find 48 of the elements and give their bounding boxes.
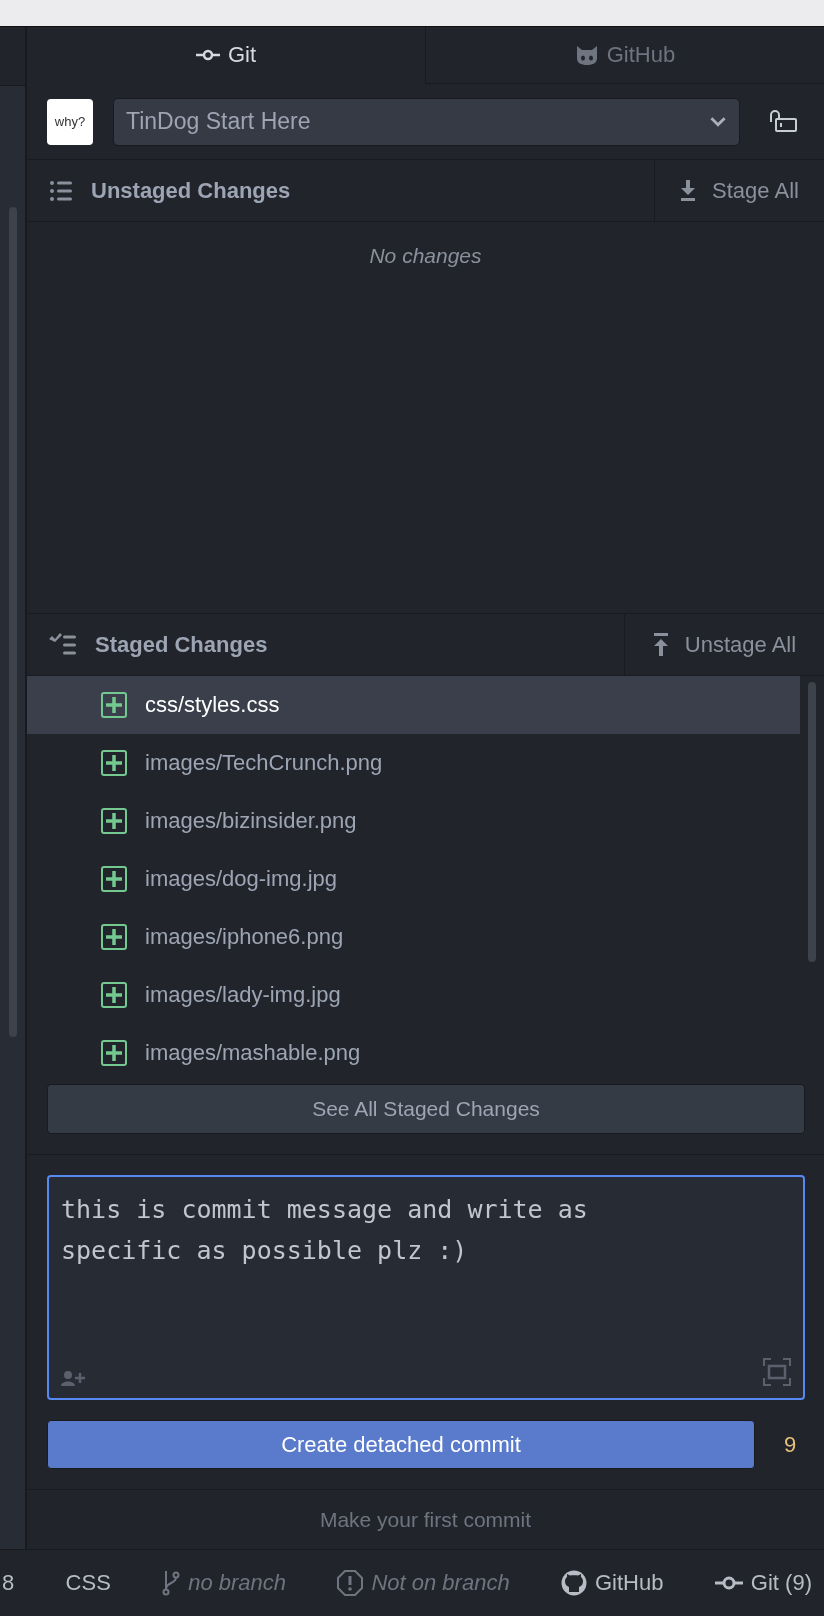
branch-status[interactable]: no branch bbox=[188, 1570, 287, 1596]
repo-avatar: why? bbox=[47, 98, 93, 145]
tab[interactable]: GitHub bbox=[425, 27, 824, 84]
commit-message-field[interactable]: this is commit message and write as specific as possible plz :) bbox=[47, 1175, 805, 1400]
file-row[interactable]: images/lady-img.jpg bbox=[27, 966, 800, 1024]
add-coauthor-icon[interactable] bbox=[61, 1370, 85, 1386]
unstage-all-button[interactable]: Unstage All bbox=[624, 614, 824, 675]
branch-warning[interactable]: Not on branch bbox=[371, 1570, 510, 1596]
download-icon bbox=[680, 179, 697, 202]
section-title: Staged Changes bbox=[95, 631, 269, 658]
file-row[interactable]: images/mashable.png bbox=[27, 1024, 800, 1068]
unlock-icon[interactable] bbox=[768, 109, 798, 134]
character-count: 9 bbox=[782, 1431, 798, 1458]
checklist-icon bbox=[49, 632, 77, 657]
scrollbar[interactable] bbox=[808, 682, 816, 962]
branch-icon bbox=[162, 1570, 181, 1596]
stage-all-button[interactable]: Stage All bbox=[654, 160, 824, 221]
commit-button[interactable]: Create detached commit bbox=[47, 1420, 755, 1469]
repo-dropdown[interactable]: TinDog Start Here bbox=[113, 97, 740, 146]
added-file-icon bbox=[101, 692, 127, 718]
git-button[interactable]: Git (9) bbox=[714, 1570, 812, 1596]
list-icon bbox=[49, 178, 73, 203]
added-file-icon bbox=[101, 1040, 127, 1066]
file-row[interactable]: images/iphone6.png bbox=[27, 908, 800, 966]
file-row[interactable]: css/styles.css bbox=[27, 676, 800, 734]
added-file-icon bbox=[101, 924, 127, 950]
file-row[interactable]: images/dog-img.jpg bbox=[27, 850, 800, 908]
see-all-button[interactable]: See All Staged Changes bbox=[47, 1084, 805, 1134]
cat-icon bbox=[561, 1570, 587, 1596]
cat-icon bbox=[574, 44, 599, 66]
upload-icon bbox=[652, 632, 669, 657]
added-file-icon bbox=[101, 866, 127, 892]
expand-icon[interactable] bbox=[763, 1358, 791, 1386]
commit-icon bbox=[195, 49, 220, 61]
chevron-down-icon bbox=[709, 116, 727, 127]
file-row[interactable]: images/bizinsider.png bbox=[27, 792, 800, 850]
status-text[interactable]: CSS bbox=[65, 1570, 111, 1596]
status-text[interactable]: 8 bbox=[2, 1570, 15, 1596]
commit-history-message: Make your first commit bbox=[319, 1507, 532, 1532]
file-row[interactable]: images/TechCrunch.png bbox=[27, 734, 800, 792]
added-file-icon bbox=[101, 982, 127, 1008]
github-button[interactable]: GitHub bbox=[561, 1570, 664, 1596]
section-title: Unstaged Changes bbox=[91, 177, 292, 204]
commit-icon bbox=[714, 1576, 743, 1590]
added-file-icon bbox=[101, 750, 127, 776]
added-file-icon bbox=[101, 808, 127, 834]
empty-message: No changes bbox=[369, 244, 482, 269]
warning-icon bbox=[337, 1570, 364, 1596]
